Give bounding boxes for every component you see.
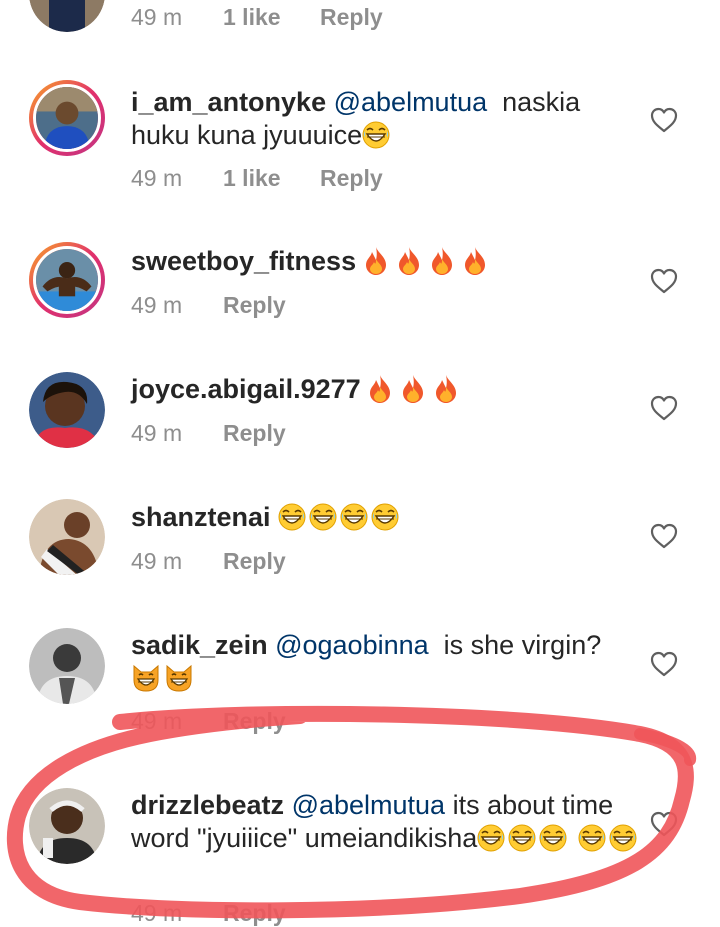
heart-icon[interactable] — [650, 811, 678, 837]
timestamp: 49 m — [131, 292, 183, 318]
comment-meta: 49 m 1 like Reply — [131, 165, 383, 192]
username-link[interactable]: sweetboy_fitness — [131, 246, 356, 276]
username-link[interactable]: shanztenai — [131, 502, 271, 532]
heart-icon[interactable] — [650, 395, 678, 421]
grinning-emoji — [362, 121, 390, 149]
heart-icon[interactable] — [650, 268, 678, 294]
avatar[interactable] — [29, 499, 105, 575]
comment-meta: 49 m Reply — [131, 292, 286, 319]
comment-body: is she virgin? — [443, 630, 602, 660]
heart-icon[interactable] — [650, 107, 678, 133]
mention-link[interactable]: @ogaobinna — [275, 630, 429, 660]
grinning-emoji — [539, 824, 567, 852]
avatar-image — [29, 372, 105, 448]
timestamp: 49 m — [131, 420, 183, 446]
reply-button[interactable]: Reply — [223, 708, 286, 735]
comment-text: shanztenai — [131, 501, 641, 534]
avatar[interactable] — [29, 80, 105, 156]
reply-button[interactable]: Reply — [223, 548, 286, 575]
username-link[interactable]: i_am_antonyke — [131, 87, 326, 117]
comment-text: joyce.abigail.9277 — [131, 373, 641, 406]
fire-emoji — [434, 374, 458, 404]
avatar[interactable] — [29, 628, 105, 704]
reply-button[interactable]: Reply — [223, 292, 286, 319]
comment-meta: 49 m Reply — [131, 420, 286, 447]
comment-text: sadik_zein @ogaobinna is she virgin? — [131, 629, 641, 695]
like-count[interactable]: 1 like — [223, 4, 320, 31]
fire-emoji — [368, 374, 392, 404]
avatar-image — [29, 628, 105, 704]
username-link[interactable]: joyce.abigail.9277 — [131, 374, 361, 404]
comment-meta: 49 m Reply — [131, 708, 286, 735]
timestamp: 49 m — [131, 165, 183, 191]
fire-emoji — [463, 246, 487, 276]
avatar-image — [36, 87, 98, 149]
username-link[interactable]: drizzlebeatz — [131, 790, 284, 820]
comment-text: drizzlebeatz @abelmutua its about time w… — [131, 789, 641, 855]
reply-button[interactable]: Reply — [320, 165, 383, 192]
grinning-emoji — [340, 503, 368, 531]
like-count[interactable]: 1 like — [223, 165, 320, 192]
timestamp: 49 m — [131, 4, 183, 30]
mention-link[interactable]: @abelmutua — [292, 790, 446, 820]
fire-emoji — [430, 246, 454, 276]
fire-emoji — [364, 246, 388, 276]
comment-meta: 49 m Reply — [131, 548, 286, 575]
grinning-emoji — [278, 503, 306, 531]
mention-link[interactable]: @abelmutua — [334, 87, 488, 117]
grinning-emoji — [609, 824, 637, 852]
fire-emoji — [397, 246, 421, 276]
avatar-image — [29, 788, 105, 864]
avatar[interactable] — [29, 788, 105, 864]
fire-emoji — [401, 374, 425, 404]
avatar-image — [29, 0, 105, 32]
avatar[interactable] — [29, 372, 105, 448]
grinning-emoji — [508, 824, 536, 852]
heart-icon[interactable] — [650, 651, 678, 677]
comment-text: i_am_antonyke @abelmutua naskia huku kun… — [131, 86, 641, 152]
reply-button[interactable]: Reply — [223, 420, 286, 447]
username-link[interactable]: sadik_zein — [131, 630, 268, 660]
grinning-emoji — [477, 824, 505, 852]
timestamp: 49 m — [131, 708, 183, 734]
comment-meta: 49 m 1 like Reply — [131, 4, 383, 31]
avatar-image — [36, 249, 98, 311]
heart-icon[interactable] — [650, 523, 678, 549]
grinning-emoji — [371, 503, 399, 531]
avatar[interactable] — [29, 0, 105, 32]
avatar[interactable] — [29, 242, 105, 318]
timestamp: 49 m — [131, 548, 183, 574]
grinning-cat-emoji — [131, 664, 161, 692]
reply-button[interactable]: Reply — [320, 4, 383, 31]
grinning-emoji — [309, 503, 337, 531]
grinning-cat-emoji — [164, 664, 194, 692]
avatar-image — [29, 499, 105, 575]
comment-text: sweetboy_fitness — [131, 245, 641, 278]
grinning-emoji — [578, 824, 606, 852]
